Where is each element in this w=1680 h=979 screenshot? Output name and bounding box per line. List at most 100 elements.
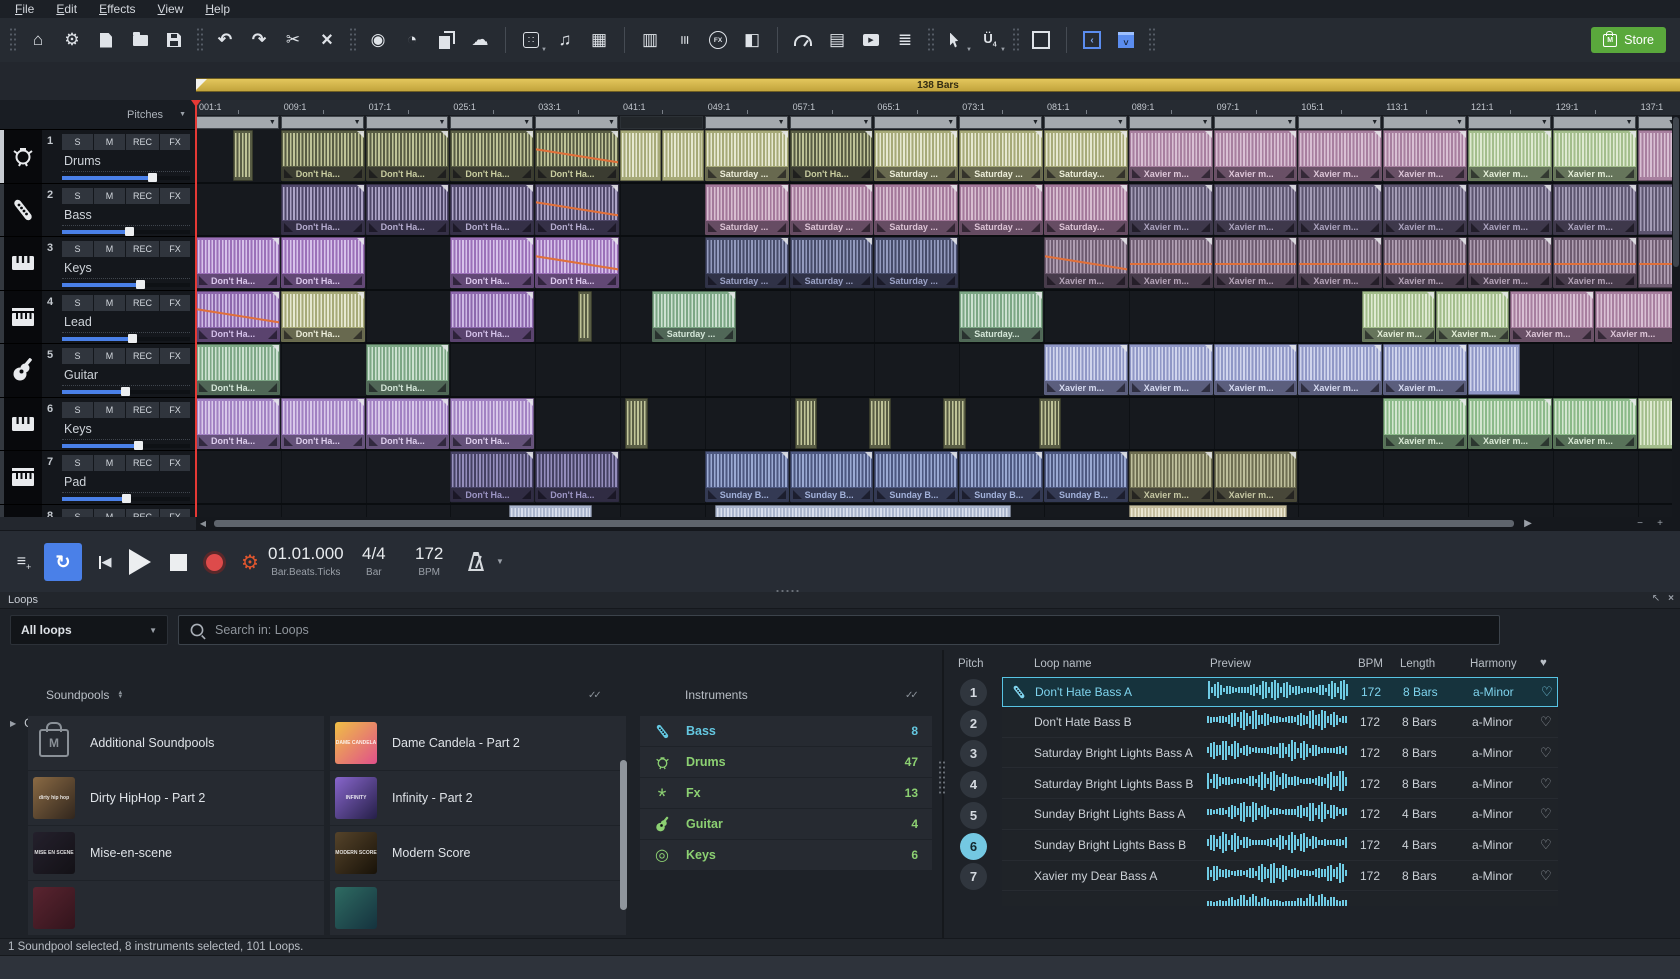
arranger-clip[interactable] — [662, 130, 703, 181]
arranger-clip[interactable] — [1039, 398, 1061, 449]
loop-row[interactable]: Sunday Bright Lights Bass A1724 Barsa-Mi… — [1002, 800, 1558, 830]
pitch-button-2[interactable]: 2 — [960, 710, 987, 737]
automation-line[interactable] — [1553, 263, 1637, 265]
arrangement-range-bar[interactable]: 138 Bars — [196, 78, 1680, 92]
clip-fade-handle[interactable] — [611, 238, 618, 245]
signature-display[interactable]: 4/4 Bar — [362, 544, 386, 578]
file-manager-icon[interactable] — [431, 25, 461, 55]
track-fx-button[interactable]: FX — [160, 348, 190, 364]
arranger-clip[interactable]: Xavier m... — [1044, 344, 1128, 395]
clip-fade-handle[interactable] — [950, 131, 957, 138]
section-block[interactable]: ▼ — [366, 116, 449, 129]
arranger-clip[interactable]: Don't Ha... — [366, 398, 450, 449]
loop-preview-waveform[interactable] — [1207, 708, 1347, 732]
record-settings-button[interactable]: ⚙ — [236, 548, 264, 576]
arranger-clip[interactable]: Don't Ha... — [535, 237, 619, 288]
loop-preview-waveform[interactable] — [1207, 769, 1347, 793]
arranger-clip[interactable]: Saturday... — [959, 291, 1043, 342]
loop-preview-waveform[interactable] — [1207, 831, 1347, 855]
arranger-clip[interactable] — [943, 398, 965, 449]
track-s-button[interactable]: S — [62, 348, 93, 364]
horizontal-scroll-thumb[interactable] — [214, 520, 1514, 527]
section-menu-icon[interactable]: ▼ — [862, 119, 869, 126]
section-menu-icon[interactable]: ▼ — [438, 119, 445, 126]
arranger-clip[interactable]: Don't Ha... — [535, 451, 619, 502]
clip-fade-handle[interactable] — [1374, 238, 1381, 245]
arranger-clip[interactable]: Xavier m... — [1214, 344, 1298, 395]
panel-resize-grip[interactable] — [775, 589, 801, 594]
column-header-preview[interactable]: Preview — [1210, 658, 1251, 670]
section-block[interactable]: ▼ — [281, 116, 364, 129]
track-volume-slider[interactable] — [62, 497, 190, 501]
toggle-bottom-panel-icon[interactable]: ˅ — [1111, 25, 1141, 55]
section-menu-icon[interactable]: ▼ — [1626, 119, 1633, 126]
arranger-clip[interactable]: Xavier m... — [1553, 237, 1637, 288]
section-menu-icon[interactable]: ▼ — [1541, 119, 1548, 126]
fullscreen-icon[interactable] — [1026, 25, 1056, 55]
track-volume-knob[interactable] — [125, 227, 134, 236]
arranger-clip[interactable]: Don't Ha... — [535, 184, 619, 235]
arranger-clip[interactable]: Don't Ha... — [281, 130, 365, 181]
clip-fade-handle[interactable] — [1586, 292, 1593, 299]
track-s-button[interactable]: S — [62, 241, 93, 257]
vertical-scroll-thumb[interactable] — [1673, 117, 1679, 267]
arranger-clip[interactable]: Don't Ha... — [450, 291, 534, 342]
section-block[interactable]: ▼ — [196, 116, 279, 129]
store-button[interactable]: M Store — [1591, 27, 1666, 53]
section-block[interactable]: ▼ — [874, 116, 957, 129]
settings-icon[interactable]: ⚙ — [57, 25, 87, 55]
arranger-clip[interactable]: Xavier m... — [1214, 130, 1298, 181]
section-menu-icon[interactable]: ▼ — [1456, 119, 1463, 126]
song-maker-dice-icon[interactable]: ∷▼ — [516, 25, 546, 55]
clip-fade-handle[interactable] — [1544, 185, 1551, 192]
track-volume-knob[interactable] — [148, 173, 157, 182]
arranger-clip[interactable]: Saturday ... — [874, 237, 958, 288]
metronome-button[interactable] — [468, 552, 484, 571]
clip-fade-handle[interactable] — [865, 452, 872, 459]
arranger-clip[interactable]: Don't Ha... — [281, 237, 365, 288]
arranger-clip[interactable]: Xavier m... — [1383, 237, 1467, 288]
horizontal-scrollbar[interactable]: ◀ ▶ − + — [196, 517, 1680, 530]
section-block[interactable]: ▼ — [535, 116, 618, 129]
arranger-clip[interactable]: Xavier m... — [1129, 237, 1213, 288]
clip-fade-handle[interactable] — [526, 452, 533, 459]
arranger-clip[interactable]: Saturday ... — [652, 291, 736, 342]
loop-preview-waveform[interactable] — [1207, 892, 1347, 906]
arranger-clip[interactable]: Saturday ... — [959, 130, 1043, 181]
clip-fade-handle[interactable] — [1205, 345, 1212, 352]
clip-fade-handle[interactable] — [1501, 292, 1508, 299]
arranger-clip[interactable]: Xavier m... — [1214, 184, 1298, 235]
track-m-button[interactable]: M — [94, 134, 125, 150]
column-header-harmony[interactable]: Harmony — [1470, 658, 1517, 670]
loop-search-input[interactable] — [213, 622, 1489, 638]
clip-fade-handle[interactable] — [526, 185, 533, 192]
column-header-pitch[interactable]: Pitch — [958, 658, 984, 670]
clip-fade-handle[interactable] — [1427, 292, 1434, 299]
tempo-display[interactable]: 172 BPM — [415, 544, 443, 578]
section-menu-icon[interactable]: ▼ — [269, 119, 276, 126]
clip-fade-handle[interactable] — [1459, 399, 1466, 406]
clip-fade-handle[interactable] — [1629, 131, 1636, 138]
arranger-clip[interactable]: Don't Ha... — [450, 451, 534, 502]
clip-fade-handle[interactable] — [272, 292, 279, 299]
track-rec-button[interactable]: REC — [126, 241, 159, 257]
track-m-button[interactable]: M — [94, 295, 125, 311]
arranger-clip[interactable]: Don't Ha... — [366, 184, 450, 235]
mouse-mode-icon[interactable]: ▼ — [941, 25, 971, 55]
new-project-icon[interactable] — [91, 25, 121, 55]
clip-fade-handle[interactable] — [1035, 452, 1042, 459]
clip-fade-handle[interactable] — [1374, 131, 1381, 138]
favorite-toggle-icon[interactable]: ♡ — [1540, 861, 1552, 890]
mixer-icon[interactable]: ≡ — [669, 25, 699, 55]
notes-icon[interactable]: ♫ — [550, 25, 580, 55]
piano-icon[interactable]: ▥ — [635, 25, 665, 55]
arranger-clip[interactable] — [578, 291, 593, 342]
track-volume-knob[interactable] — [128, 334, 137, 343]
play-button[interactable] — [124, 547, 156, 577]
menu-item-file[interactable]: File — [6, 2, 43, 16]
arranger-clip[interactable]: Xavier m... — [1129, 451, 1213, 502]
loop-row[interactable]: Xavier my Dear Bass A1728 Barsa-Minor♡ — [1002, 861, 1558, 891]
metronome-dropdown-icon[interactable]: ▼ — [496, 557, 504, 566]
loop-row[interactable]: Saturday Bright Lights Bass B1728 Barsa-… — [1002, 769, 1558, 799]
clip-fade-handle[interactable] — [1120, 238, 1127, 245]
